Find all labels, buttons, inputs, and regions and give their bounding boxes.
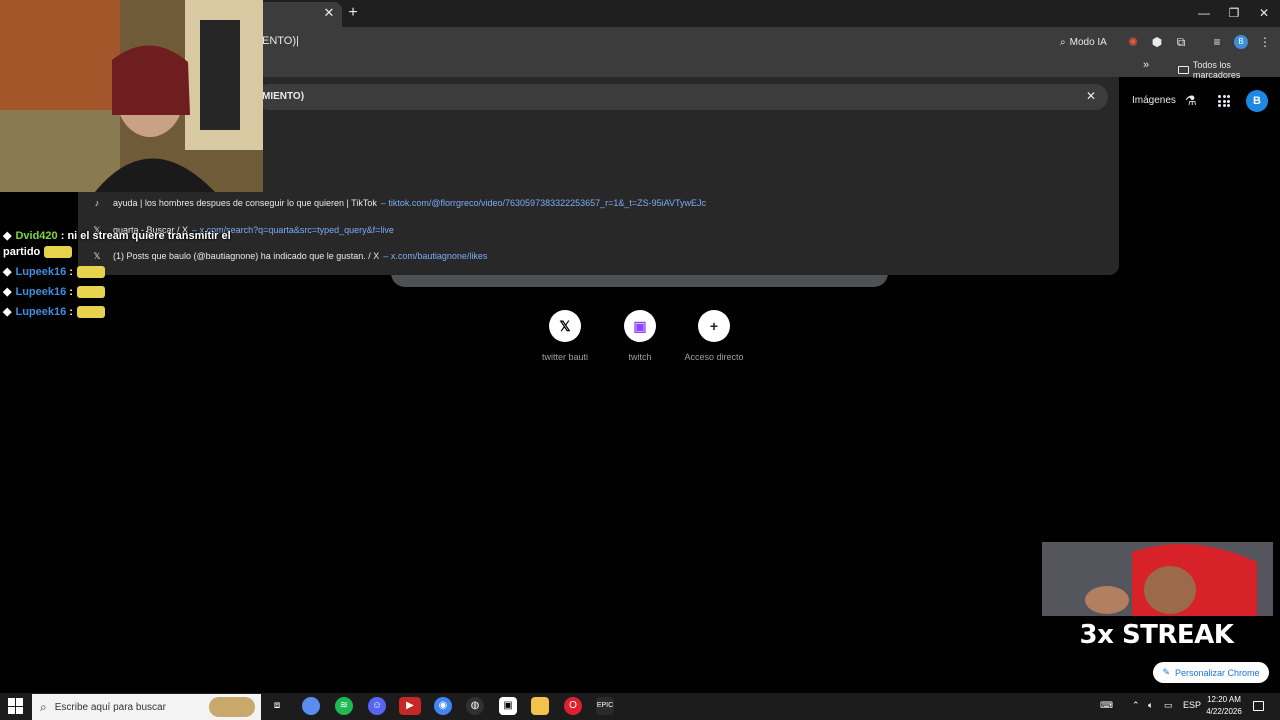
chat-badge-icon: ◆ — [3, 286, 12, 298]
shortcut-label: twitch — [628, 352, 652, 362]
customize-label: Personalizar Chrome — [1175, 667, 1260, 678]
chat-badge-icon: ◆ — [3, 266, 12, 278]
spotify-icon[interactable]: ≋ — [335, 697, 353, 715]
ai-mode-button[interactable]: ⌕ Modo IA — [1052, 32, 1115, 52]
taskbar-clock[interactable]: 12:20 AM 4/22/2026 — [1198, 694, 1250, 718]
minimize-button[interactable]: — — [1190, 4, 1218, 22]
tiktok-icon: ♪ — [94, 198, 100, 208]
chat-message: partido — [3, 246, 73, 259]
clock-date: 4/22/2026 — [1206, 707, 1242, 716]
x-logo-icon: 𝕏 — [549, 310, 581, 342]
capcut-icon[interactable]: ▣ — [499, 697, 517, 715]
search-sparkle-icon: ⌕ — [1060, 36, 1066, 48]
volume-icon[interactable]: 🔈︎ — [1148, 700, 1153, 711]
labs-flask-icon[interactable]: ⚗ — [1185, 93, 1197, 109]
chat-username: Dvid420 — [15, 230, 58, 242]
add-shortcut-button[interactable]: + Acceso directo — [677, 310, 751, 362]
chat-text: : — [69, 286, 73, 298]
chat-message: ◆ Lupeek16 : — [3, 305, 105, 319]
shortcut-twitter-bauti[interactable]: 𝕏 twitter bauti — [528, 310, 602, 362]
x-icon: 𝕏 — [93, 250, 101, 261]
chat-message: ◆ Dvid420 : ni el stream quiere transmiti… — [3, 229, 231, 242]
shortcut-twitch[interactable]: ▣ twitch — [603, 310, 677, 362]
search-icon: ⌕ — [40, 699, 47, 714]
emote-icon — [76, 266, 105, 279]
chrome-icon[interactable]: ◉ — [434, 697, 452, 715]
opera-icon[interactable]: O — [564, 697, 582, 715]
close-window-button[interactable]: ✕ — [1250, 4, 1278, 22]
media-control-icon[interactable]: ≡ — [1208, 33, 1226, 51]
suggestion-row[interactable]: 𝕏 (1) Posts que baulo (@bautiagnone) ha … — [90, 247, 487, 265]
shortcut-label: Acceso directo — [684, 352, 744, 362]
suggestion-url: – tiktok.com/@florrgreco/video/763059738… — [380, 198, 707, 208]
google-account-avatar[interactable]: B — [1246, 90, 1268, 112]
discord-icon[interactable]: ☺ — [368, 697, 386, 715]
chat-text: partido — [3, 246, 41, 258]
streak-label: 3x STREAK — [1079, 620, 1234, 650]
chat-text: : ni el stream quiere transmitir el — [60, 230, 231, 242]
epic-games-icon[interactable]: EPIC — [596, 697, 614, 715]
chat-badge-icon: ◆ — [3, 306, 12, 318]
pencil-icon: ✎ — [1162, 667, 1170, 677]
restore-button[interactable]: ❐ — [1220, 4, 1248, 22]
show-hidden-icons-icon[interactable]: ⌃ — [1132, 700, 1140, 711]
chrome-menu-icon[interactable]: ⋮ — [1256, 33, 1274, 51]
streak-reaction-image — [1042, 542, 1273, 616]
emote-icon — [44, 246, 73, 259]
taskbar-search-input[interactable]: ⌕ Escribe aquí para buscar — [32, 694, 261, 720]
images-link[interactable]: Imágenes — [1132, 95, 1176, 106]
plus-icon: + — [698, 310, 730, 342]
bookmarks-overflow-icon[interactable]: » — [1143, 59, 1149, 71]
clock-time: 12:20 AM — [1207, 695, 1241, 704]
webcam-overlay — [0, 0, 263, 192]
customize-chrome-button[interactable]: ✎ Personalizar Chrome — [1153, 662, 1269, 683]
profile-avatar[interactable]: B — [1234, 35, 1248, 49]
suggestion-title: (1) Posts que baulo (@bautiagnone) ha in… — [113, 251, 380, 261]
folder-icon — [1178, 66, 1189, 74]
extensions-puzzle-icon[interactable]: ⧉ — [1172, 33, 1190, 51]
all-bookmarks-button[interactable]: Todos los marcadores — [1178, 60, 1280, 80]
omnibox-input[interactable]: ENTO)| — [262, 35, 299, 47]
suggestion-url: – x.com/bautiagnone/likes — [383, 251, 488, 261]
ai-mode-label: Modo IA — [1069, 36, 1107, 48]
chat-text: : — [69, 306, 73, 318]
emote-icon — [76, 286, 105, 299]
chat-username: Lupeek16 — [15, 306, 67, 318]
chat-badge-icon: ◆ — [3, 230, 12, 242]
extension-fox-icon[interactable]: ✺ — [1124, 33, 1142, 51]
chat-text: : — [69, 266, 73, 278]
file-explorer-icon[interactable] — [531, 697, 549, 715]
task-view-icon[interactable]: ⧈ — [268, 697, 286, 715]
chat-message: ◆ Lupeek16 : — [3, 285, 105, 299]
twitch-logo-icon: ▣ — [624, 310, 656, 342]
keyboard-icon[interactable]: ⌨ — [1100, 700, 1113, 711]
windows-start-icon[interactable] — [8, 698, 24, 714]
obs-icon[interactable]: ◍ — [466, 697, 484, 715]
shortcut-label: twitter bauti — [541, 352, 589, 362]
google-apps-icon[interactable] — [1218, 95, 1230, 107]
chat-username: Lupeek16 — [15, 286, 67, 298]
suggestion-title: ayuda | los hombres despues de conseguir… — [113, 198, 377, 208]
search-placeholder: Escribe aquí para buscar — [54, 701, 166, 713]
dropdown-query-text: MIENTO) — [262, 91, 305, 102]
chat-username: Lupeek16 — [15, 266, 67, 278]
suggestion-row[interactable]: ♪ ayuda | los hombres despues de consegu… — [90, 194, 706, 212]
video-editor-icon[interactable]: ▶ — [399, 697, 421, 715]
network-icon[interactable]: ▭ — [1164, 700, 1173, 711]
copilot-icon[interactable] — [302, 697, 320, 715]
dropdown-query-row[interactable] — [256, 84, 1108, 110]
chat-message: ◆ Lupeek16 : — [3, 265, 105, 279]
extension-shield-icon[interactable]: ⬢ — [1148, 33, 1166, 51]
notifications-icon[interactable] — [1253, 701, 1264, 711]
emote-icon — [76, 306, 105, 319]
clear-query-icon[interactable]: ✕ — [1084, 89, 1098, 103]
tab-close-icon[interactable]: ✕ — [320, 4, 338, 22]
new-tab-button[interactable]: + — [344, 3, 362, 23]
search-highlight-art — [209, 697, 255, 717]
all-bookmarks-label: Todos los marcadores — [1192, 60, 1241, 80]
